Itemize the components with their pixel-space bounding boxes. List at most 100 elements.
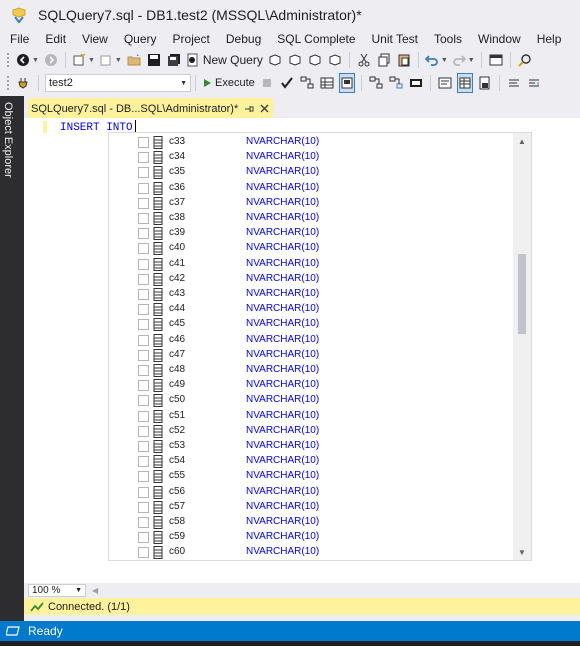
new-project-button[interactable]: ▼ <box>72 50 95 70</box>
column-row[interactable]: c47 NVARCHAR(10) <box>109 348 515 363</box>
live-stats-button[interactable] <box>388 73 404 93</box>
column-checkbox[interactable] <box>138 532 149 544</box>
zoom-dropdown[interactable]: 100 % ▼ <box>28 584 86 597</box>
pin-icon[interactable] <box>244 104 254 114</box>
forward-button[interactable] <box>43 50 59 70</box>
column-row[interactable]: c34 NVARCHAR(10) <box>109 150 515 165</box>
column-checkbox[interactable] <box>138 197 149 209</box>
vertical-scrollbar[interactable]: ▲ ▼ <box>513 133 531 560</box>
query-options-button[interactable] <box>319 73 335 93</box>
column-checkbox[interactable] <box>138 304 149 316</box>
scroll-up-icon[interactable]: ▲ <box>513 133 531 149</box>
client-stats-button[interactable] <box>408 73 424 93</box>
open-file-button[interactable] <box>126 50 142 70</box>
menu-view[interactable]: View <box>74 32 116 46</box>
redo-button[interactable]: ▼ <box>452 50 475 70</box>
comment-button[interactable] <box>506 73 522 93</box>
column-row[interactable]: c38 NVARCHAR(10) <box>109 211 515 226</box>
menu-edit[interactable]: Edit <box>37 32 74 46</box>
menu-unit-test[interactable]: Unit Test <box>364 32 426 46</box>
column-checkbox[interactable] <box>138 182 149 194</box>
column-row[interactable]: c49 NVARCHAR(10) <box>109 378 515 393</box>
menu-debug[interactable]: Debug <box>218 32 269 46</box>
column-checkbox[interactable] <box>138 137 149 148</box>
column-row[interactable]: c41 NVARCHAR(10) <box>109 257 515 272</box>
menu-project[interactable]: Project <box>165 32 218 46</box>
menu-query[interactable]: Query <box>116 32 165 46</box>
column-suggestion-list[interactable]: c33 NVARCHAR(10) c34 NVARCHAR(10) c35 NVARCHA… <box>108 132 532 561</box>
column-row[interactable]: c35 NVARCHAR(10) <box>109 165 515 180</box>
undo-button[interactable]: ▼ <box>424 50 448 70</box>
menu-file[interactable]: File <box>2 32 37 46</box>
scroll-left-icon[interactable]: ◀ <box>92 586 98 595</box>
column-checkbox[interactable] <box>138 395 149 407</box>
column-checkbox[interactable] <box>138 501 149 513</box>
column-row[interactable]: c54 NVARCHAR(10) <box>109 454 515 469</box>
uncomment-button[interactable] <box>526 73 542 93</box>
column-checkbox[interactable] <box>138 243 149 255</box>
column-checkbox[interactable] <box>138 258 149 270</box>
intellisense-toggle-button[interactable] <box>338 73 355 93</box>
save-all-button[interactable] <box>166 50 182 70</box>
column-row[interactable]: c56 NVARCHAR(10) <box>109 485 515 500</box>
column-checkbox[interactable] <box>138 471 149 483</box>
column-checkbox[interactable] <box>138 547 149 559</box>
column-row[interactable]: c44 NVARCHAR(10) <box>109 302 515 317</box>
column-row[interactable]: c50 NVARCHAR(10) <box>109 393 515 408</box>
column-row[interactable]: c39 NVARCHAR(10) <box>109 226 515 241</box>
results-to-grid-button[interactable] <box>456 73 473 93</box>
column-row[interactable]: c33 NVARCHAR(10) <box>109 135 515 150</box>
query-mdx-button[interactable] <box>267 50 283 70</box>
column-checkbox[interactable] <box>138 167 149 179</box>
column-row[interactable]: c45 NVARCHAR(10) <box>109 317 515 332</box>
query-editor[interactable]: INSERT INTO c33 NVARCHAR(10) c34 NVARCHAR(1… <box>24 118 580 583</box>
execute-button[interactable]: Execute <box>202 73 255 93</box>
close-icon[interactable] <box>260 104 269 113</box>
tab-sqlquery7[interactable]: SQLQuery7.sql - DB...SQL\Administrator)* <box>28 98 274 119</box>
column-row[interactable]: c53 NVARCHAR(10) <box>109 439 515 454</box>
column-row[interactable]: c52 NVARCHAR(10) <box>109 424 515 439</box>
column-row[interactable]: c58 NVARCHAR(10) <box>109 515 515 530</box>
column-row[interactable]: c43 NVARCHAR(10) <box>109 287 515 302</box>
cut-button[interactable] <box>356 50 372 70</box>
column-row[interactable]: c46 NVARCHAR(10) <box>109 333 515 348</box>
column-checkbox[interactable] <box>138 349 149 361</box>
column-checkbox[interactable] <box>138 319 149 331</box>
results-to-file-button[interactable] <box>477 73 493 93</box>
column-row[interactable]: c57 NVARCHAR(10) <box>109 500 515 515</box>
column-checkbox[interactable] <box>138 365 149 376</box>
column-checkbox[interactable] <box>138 213 149 224</box>
toolbar-grip[interactable] <box>6 52 10 68</box>
paste-button[interactable] <box>396 50 412 70</box>
column-row[interactable]: c36 NVARCHAR(10) <box>109 181 515 196</box>
copy-button[interactable] <box>376 50 392 70</box>
column-checkbox[interactable] <box>138 456 149 468</box>
add-item-button[interactable]: ▼ <box>99 50 122 70</box>
parse-button[interactable] <box>279 73 295 93</box>
back-button[interactable]: ▼ <box>16 50 39 70</box>
solution-explorer-button[interactable] <box>488 50 504 70</box>
column-checkbox[interactable] <box>138 486 149 498</box>
include-plan-button[interactable] <box>368 73 384 93</box>
estimated-plan-button[interactable] <box>299 73 315 93</box>
column-checkbox[interactable] <box>138 152 149 164</box>
column-row[interactable]: c55 NVARCHAR(10) <box>109 469 515 484</box>
connect-button[interactable] <box>16 73 32 93</box>
object-explorer-tab-label[interactable]: Object Explorer <box>2 102 14 178</box>
object-explorer-strip[interactable]: Object Explorer <box>0 96 24 621</box>
query-dmx-button[interactable] <box>287 50 303 70</box>
menu-help[interactable]: Help <box>529 32 570 46</box>
query-dax-button[interactable] <box>327 50 343 70</box>
toolbar-grip[interactable] <box>6 75 10 91</box>
column-checkbox[interactable] <box>138 289 149 300</box>
menu-sql-complete[interactable]: SQL Complete <box>269 32 363 46</box>
column-checkbox[interactable] <box>138 441 149 452</box>
column-checkbox[interactable] <box>138 334 149 346</box>
results-to-text-button[interactable] <box>437 73 453 93</box>
cancel-query-button[interactable] <box>259 73 275 93</box>
new-query-button[interactable]: New Query <box>186 50 263 70</box>
column-checkbox[interactable] <box>138 425 149 437</box>
column-row[interactable]: c40 NVARCHAR(10) <box>109 241 515 256</box>
column-row[interactable]: c60 NVARCHAR(10) <box>109 545 515 560</box>
database-dropdown[interactable]: test2 ▼ <box>45 74 191 92</box>
